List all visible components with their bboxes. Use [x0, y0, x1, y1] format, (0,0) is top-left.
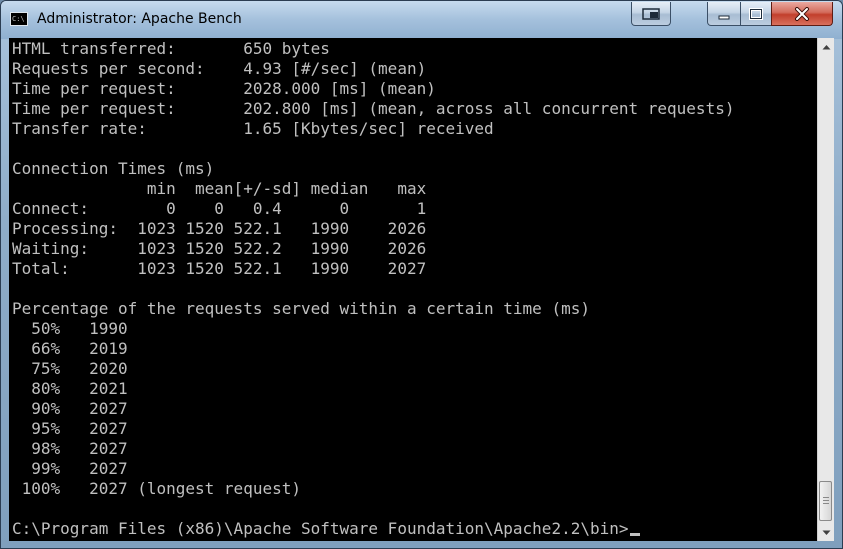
- output-line: Transfer rate: 1.65 [Kbytes/sec] receive…: [12, 119, 494, 138]
- close-icon: [795, 6, 809, 21]
- maximize-button[interactable]: [740, 2, 772, 26]
- console-window: C:\ Administrator: Apache Bench HTML tra…: [0, 0, 843, 549]
- output-line: 66% 2019: [12, 339, 128, 358]
- title-bar[interactable]: C:\ Administrator: Apache Bench: [1, 1, 842, 39]
- output-line: 100% 2027 (longest request): [12, 479, 301, 498]
- scroll-up-arrow-icon: [822, 44, 830, 49]
- output-line: Percentage of the requests served within…: [12, 299, 590, 318]
- command-prompt[interactable]: C:\Program Files (x86)\Apache Software F…: [12, 519, 640, 539]
- output-line: 99% 2027: [12, 459, 128, 478]
- scrollbar-thumb[interactable]: [819, 481, 832, 521]
- thumb-grip: [823, 497, 829, 498]
- output-line: 80% 2021: [12, 379, 128, 398]
- console-icon[interactable]: C:\: [10, 12, 28, 26]
- scroll-down-button[interactable]: [818, 524, 834, 541]
- output-line: Time per request: 2028.000 [ms] (mean): [12, 79, 436, 98]
- output-line: 90% 2027: [12, 399, 128, 418]
- minimize-icon: [718, 15, 730, 19]
- thumb-grip: [823, 503, 829, 504]
- text-cursor: [629, 533, 640, 536]
- output-line: 98% 2027: [12, 439, 128, 458]
- thumb-grip: [823, 500, 829, 501]
- window-title: Administrator: Apache Bench: [37, 11, 242, 27]
- output-line: 75% 2020: [12, 359, 128, 378]
- output-line: 95% 2027: [12, 419, 128, 438]
- output-line: Time per request: 202.800 [ms] (mean, ac…: [12, 99, 735, 118]
- output-line: 50% 1990: [12, 319, 128, 338]
- minimize-button[interactable]: [707, 2, 741, 26]
- scroll-up-button[interactable]: [818, 38, 834, 55]
- output-line: Processing: 1023 1520 522.1 1990 2026: [12, 219, 427, 238]
- output-line: Requests per second: 4.93 [#/sec] (mean): [12, 59, 427, 78]
- maximize-icon: [749, 7, 763, 20]
- scroll-down-arrow-icon: [822, 530, 830, 535]
- prompt-text: C:\Program Files (x86)\Apache Software F…: [12, 519, 629, 538]
- output-line: Waiting: 1023 1520 522.2 1990 2026: [12, 239, 427, 258]
- snap-icon: [642, 7, 660, 20]
- vertical-scrollbar[interactable]: [817, 38, 834, 541]
- output-line: min mean[+/-sd] median max: [12, 179, 427, 198]
- output-line: Total: 1023 1520 522.1 1990 2027: [12, 259, 427, 278]
- output-line: Connect: 0 0 0.4 0 1: [12, 199, 427, 218]
- output-line: Connection Times (ms): [12, 159, 215, 178]
- snap-button[interactable]: [631, 2, 671, 26]
- output-line: HTML transferred: 650 bytes: [12, 39, 330, 58]
- console-output[interactable]: HTML transferred: 650 bytes Requests per…: [9, 38, 817, 541]
- close-button[interactable]: [771, 2, 833, 26]
